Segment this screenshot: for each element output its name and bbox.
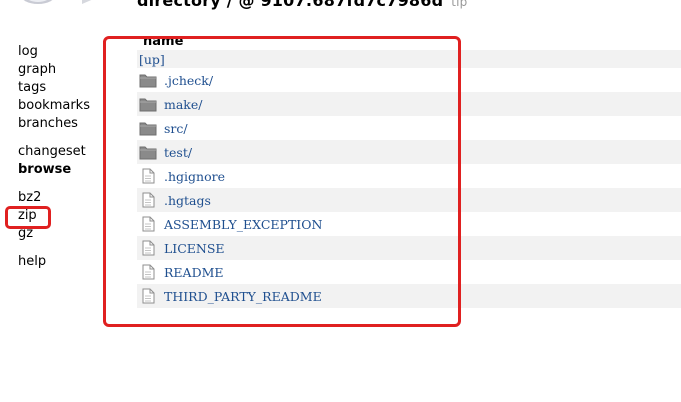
archive-link-zip[interactable]: zip xyxy=(18,208,37,223)
page-title: directory / @ 9107:687fd7c7986d tip xyxy=(137,0,468,10)
sidebar-item-bz2[interactable]: bz2 xyxy=(18,189,108,207)
folder-icon xyxy=(139,120,157,136)
file-icon xyxy=(139,168,157,184)
sidebar-menu-help: help xyxy=(18,253,108,271)
sidebar-menu-history: log graph tags bookmarks branches xyxy=(18,43,108,133)
sidebar-item-browse: browse xyxy=(18,161,108,179)
file-link[interactable]: README xyxy=(164,265,224,280)
file-icon xyxy=(139,240,157,256)
file-table: name [up] .jcheck/make/src/test/ .hgignor… xyxy=(137,34,681,308)
sidebar-item-branches[interactable]: branches xyxy=(18,115,108,133)
sidebar-link-log[interactable]: log xyxy=(18,44,38,59)
sidebar-menu-archives: bz2 zip gz xyxy=(18,189,108,243)
folder-icon xyxy=(139,144,157,160)
page-title-text: directory / @ 9107:687fd7c7986d xyxy=(137,0,444,10)
file-row[interactable]: .hgtags xyxy=(137,188,681,212)
sidebar-link-branches[interactable]: branches xyxy=(18,116,78,131)
file-row[interactable]: README xyxy=(137,260,681,284)
sidebar-item-changeset[interactable]: changeset xyxy=(18,143,108,161)
folder-link[interactable]: make/ xyxy=(164,97,203,112)
sidebar-item-tags[interactable]: tags xyxy=(18,79,108,97)
sidebar-item-zip[interactable]: zip xyxy=(18,207,108,225)
file-list: .jcheck/make/src/test/ .hgignore .hgtags AS… xyxy=(137,68,681,308)
sidebar-item-graph[interactable]: graph xyxy=(18,61,108,79)
folder-link[interactable]: test/ xyxy=(164,145,192,160)
file-link[interactable]: ASSEMBLY_EXCEPTION xyxy=(164,217,322,232)
mercurial-logo-icon[interactable] xyxy=(14,0,100,6)
file-row[interactable]: THIRD_PARTY_README xyxy=(137,284,681,308)
file-row[interactable]: LICENSE xyxy=(137,236,681,260)
table-row-up[interactable]: [up] xyxy=(137,50,681,68)
archive-link-gz[interactable]: gz xyxy=(18,226,33,241)
sidebar-link-help[interactable]: help xyxy=(18,254,46,269)
folder-link[interactable]: .jcheck/ xyxy=(164,73,213,88)
folder-link[interactable]: src/ xyxy=(164,121,188,136)
sidebar-menu-views: changeset browse xyxy=(18,143,108,179)
file-row[interactable]: ASSEMBLY_EXCEPTION xyxy=(137,212,681,236)
sidebar-link-bookmarks[interactable]: bookmarks xyxy=(18,98,90,113)
file-link[interactable]: LICENSE xyxy=(164,241,225,256)
folder-row[interactable]: src/ xyxy=(137,116,681,140)
sidebar-item-bookmarks[interactable]: bookmarks xyxy=(18,97,108,115)
folder-row[interactable]: test/ xyxy=(137,140,681,164)
file-icon xyxy=(139,192,157,208)
sidebar-link-changeset[interactable]: changeset xyxy=(18,144,86,159)
file-row[interactable]: .hgignore xyxy=(137,164,681,188)
folder-icon xyxy=(139,96,157,112)
sidebar-label-browse: browse xyxy=(18,162,72,177)
sidebar-link-tags[interactable]: tags xyxy=(18,80,46,95)
tip-tag: tip xyxy=(451,0,468,9)
folder-row[interactable]: .jcheck/ xyxy=(137,68,681,92)
column-header-name: name xyxy=(143,34,184,49)
sidebar-item-help[interactable]: help xyxy=(18,253,108,271)
file-icon xyxy=(139,216,157,232)
sidebar: log graph tags bookmarks branches change… xyxy=(18,43,108,271)
file-icon xyxy=(139,288,157,304)
file-link[interactable]: .hgtags xyxy=(164,193,211,208)
file-icon xyxy=(139,264,157,280)
file-link[interactable]: .hgignore xyxy=(164,169,225,184)
sidebar-item-log[interactable]: log xyxy=(18,43,108,61)
folder-row[interactable]: make/ xyxy=(137,92,681,116)
sidebar-link-graph[interactable]: graph xyxy=(18,62,56,77)
sidebar-item-gz[interactable]: gz xyxy=(18,225,108,243)
file-link[interactable]: THIRD_PARTY_README xyxy=(164,289,322,304)
up-link[interactable]: [up] xyxy=(139,52,165,67)
archive-link-bz2[interactable]: bz2 xyxy=(18,190,41,205)
folder-icon xyxy=(139,72,157,88)
